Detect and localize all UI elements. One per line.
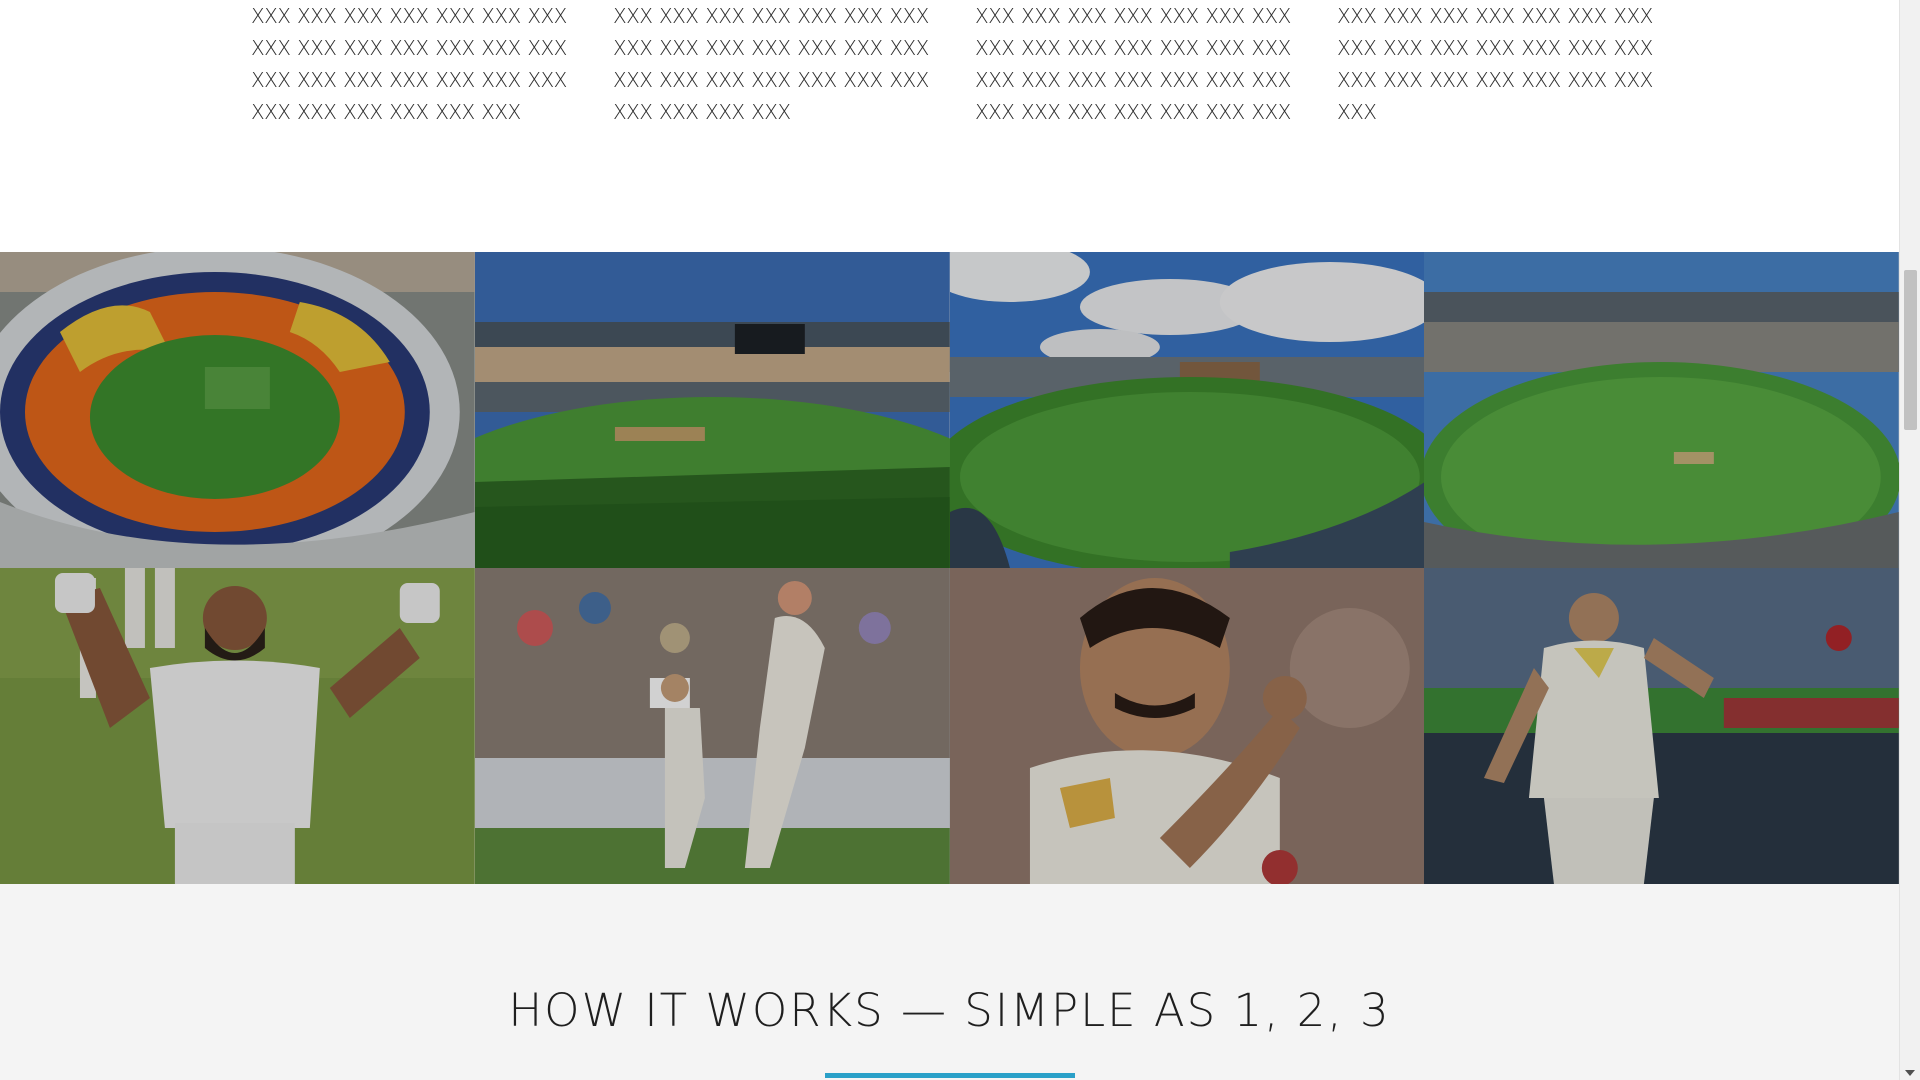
scroll-down-arrow-icon[interactable] [1905, 1070, 1915, 1076]
stadium-aerial-photo[interactable] [0, 252, 475, 568]
title-underline [825, 1073, 1075, 1078]
feature-text-column-4: XXX XXX XXX XXX XXX XXX XXX XXX XXX XXX … [1337, 0, 1655, 128]
scrollbar-thumb[interactable] [1904, 270, 1917, 430]
stadium-mcg-photo[interactable] [474, 252, 950, 568]
image-gallery [0, 252, 1899, 884]
feature-text-line: XXX XXX XXX XXX XXX XXX XXX [613, 4, 929, 28]
bowler-closeup-photo[interactable] [949, 568, 1425, 884]
stadium-oval-photo[interactable] [949, 252, 1425, 568]
how-it-works-title: HOW IT WORKS — SIMPLE AS 1, 2, 3 [508, 984, 1391, 1037]
how-it-works-section: HOW IT WORKS — SIMPLE AS 1, 2, 3 [0, 884, 1899, 1080]
feature-text-line: XXX XXX XXX XXX [613, 100, 791, 124]
feature-text-line: XXX XXX XXX XXX XXX XXX XXX [251, 4, 567, 28]
feature-text-line: XXX XXX XXX XXX XXX XXX XXX [613, 36, 929, 60]
feature-text-column-3: XXX XXX XXX XXX XXX XXX XXX XXX XXX XXX … [975, 0, 1293, 128]
feature-text-line: XXX XXX XXX XXX XXX XXX [251, 100, 521, 124]
batsman-shot-photo[interactable] [474, 568, 950, 884]
feature-text-column-1: XXX XXX XXX XXX XXX XXX XXX XXX XXX XXX … [251, 0, 569, 128]
feature-text-line: XXX XXX XXX XXX XXX XXX XXX [1337, 36, 1653, 60]
stadium-crowd-photo[interactable] [1424, 252, 1899, 568]
features-text-section: XXX XXX XXX XXX XXX XXX XXX XXX XXX XXX … [0, 0, 1899, 252]
feature-text-line: XXX [1337, 100, 1377, 124]
vertical-scrollbar[interactable] [1899, 0, 1920, 1080]
feature-text-line: XXX XXX XXX XXX XXX XXX XXX [251, 68, 567, 92]
feature-text-line: XXX XXX XXX XXX XXX XXX XXX [1337, 4, 1653, 28]
page-viewport: XXX XXX XXX XXX XXX XXX XXX XXX XXX XXX … [0, 0, 1899, 1080]
feature-text-line: XXX XXX XXX XXX XXX XXX XXX [975, 36, 1291, 60]
feature-text-line: XXX XXX XXX XXX XXX XXX XXX [1337, 68, 1653, 92]
feature-text-line: XXX XXX XXX XXX XXX XXX XXX [975, 4, 1291, 28]
feature-text-column-2: XXX XXX XXX XXX XXX XXX XXX XXX XXX XXX … [613, 0, 931, 128]
feature-text-line: XXX XXX XXX XXX XXX XXX XXX [251, 36, 567, 60]
bowler-walking-photo[interactable] [1424, 568, 1899, 884]
feature-text-line: XXX XXX XXX XXX XXX XXX XXX [975, 68, 1291, 92]
feature-text-line: XXX XXX XXX XXX XXX XXX XXX [613, 68, 929, 92]
batsman-celebrating-photo[interactable] [0, 568, 475, 884]
feature-text-line: XXX XXX XXX XXX XXX XXX XXX [975, 100, 1291, 124]
